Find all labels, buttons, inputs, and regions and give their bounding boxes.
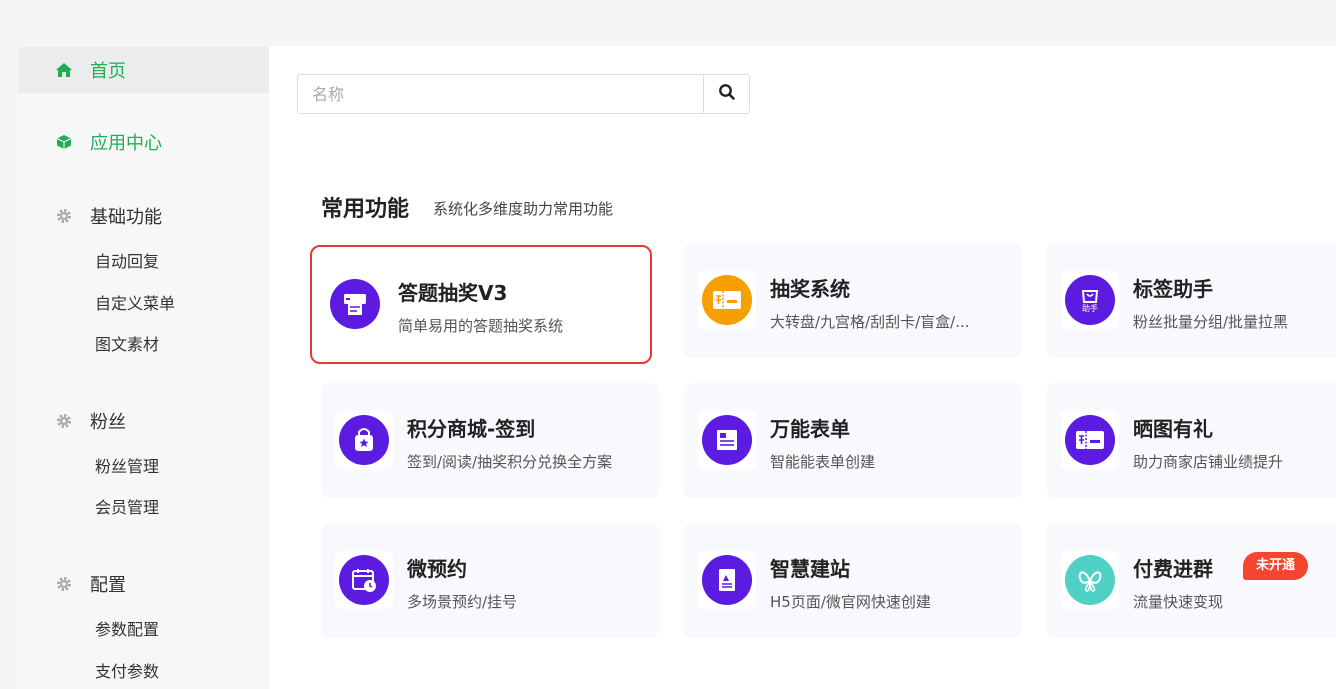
app-card-desc: 助力商家店铺业绩提升 <box>1133 453 1284 471</box>
app-card-desc: 大转盘/九宫格/刮刮卡/盲盒/... <box>770 313 970 331</box>
home-icon <box>55 61 73 79</box>
app-card-micro-booking[interactable]: 微预约 多场景预约/挂号 <box>321 523 659 638</box>
app-card-desc: H5页面/微官网快速创建 <box>770 593 931 611</box>
gift-ticket-icon <box>702 275 752 325</box>
app-card-title: 抽奖系统 <box>770 277 850 301</box>
section-subtitle: 系统化多维度助力常用功能 <box>433 200 614 218</box>
printer-quiz-icon <box>330 279 380 329</box>
app-card-title: 标签助手 <box>1133 277 1213 301</box>
app-card-title: 付费进群 <box>1133 557 1213 581</box>
document-image-icon <box>702 555 752 605</box>
app-card-desc: 流量快速变现 <box>1133 593 1224 611</box>
section-title: 常用功能 <box>321 197 410 222</box>
app-card-desc: 多场景预约/挂号 <box>407 593 518 611</box>
sidebar-group-basic[interactable]: 基础功能 <box>19 193 269 239</box>
shopping-bag-star-icon <box>339 415 389 465</box>
bag-helper-icon: 助手 <box>1065 275 1115 325</box>
sidebar-group-label: 基础功能 <box>90 207 162 228</box>
app-card-smart-site[interactable]: 智慧建站 H5页面/微官网快速创建 <box>684 523 1022 638</box>
app-card-tag-helper[interactable]: 助手 标签助手 粉丝批量分组/批量拉黑 <box>1047 243 1336 358</box>
sidebar-item-app-center[interactable]: 应用中心 <box>19 119 269 165</box>
app-card-desc: 签到/阅读/抽奖积分兑换全方案 <box>407 453 613 471</box>
gear-icon <box>55 207 73 225</box>
sidebar: 首页 应用中心 基础功能 自动回复 自定义菜单 图文素材 粉丝 粉丝管理 会员管… <box>19 46 269 689</box>
search-input[interactable] <box>298 75 704 113</box>
search-icon <box>718 83 736 105</box>
main-content: 常用功能 系统化多维度助力常用功能 答题抽奖V3 简单易用的答题抽奖系统 抽奖系… <box>269 46 1336 689</box>
sidebar-group-label: 粉丝 <box>90 412 126 433</box>
gift-ticket-icon <box>1065 415 1115 465</box>
sidebar-item-custom-menu[interactable]: 自定义菜单 <box>95 292 175 316</box>
gear-icon <box>55 575 73 593</box>
search-box <box>297 74 750 114</box>
gear-icon <box>55 412 73 430</box>
sidebar-group-fans[interactable]: 粉丝 <box>19 398 269 444</box>
app-card-title: 晒图有礼 <box>1133 417 1213 441</box>
app-card-lottery-system[interactable]: 抽奖系统 大转盘/九宫格/刮刮卡/盲盒/... <box>684 243 1022 358</box>
calendar-clock-icon <box>339 555 389 605</box>
app-card-title: 微预约 <box>407 557 467 581</box>
status-badge: 未开通 <box>1243 552 1309 580</box>
sidebar-item-payment-params[interactable]: 支付参数 <box>95 660 159 684</box>
app-card-desc: 粉丝批量分组/批量拉黑 <box>1133 313 1289 331</box>
sidebar-item-label: 首页 <box>90 61 126 82</box>
app-card-title: 积分商城-签到 <box>407 417 536 441</box>
sidebar-item-home[interactable]: 首页 <box>19 47 269 93</box>
app-card-paid-group[interactable]: 付费进群 未开通 流量快速变现 <box>1047 523 1336 638</box>
sidebar-group-config[interactable]: 配置 <box>19 561 269 607</box>
sidebar-item-label: 应用中心 <box>90 133 162 154</box>
app-card-title: 答题抽奖V3 <box>398 281 508 305</box>
app-card-quiz-lottery[interactable]: 答题抽奖V3 简单易用的答题抽奖系统 <box>310 245 652 364</box>
sidebar-item-auto-reply[interactable]: 自动回复 <box>95 250 159 274</box>
helper-icon-text: 助手 <box>1082 303 1098 313</box>
butterfly-icon <box>1065 555 1115 605</box>
cube-icon <box>55 133 73 151</box>
app-card-points-mall[interactable]: 积分商城-签到 签到/阅读/抽奖积分兑换全方案 <box>321 383 659 498</box>
app-card-desc: 简单易用的答题抽奖系统 <box>398 317 564 335</box>
sidebar-item-member-management[interactable]: 会员管理 <box>95 496 159 520</box>
app-card-photo-gift[interactable]: 晒图有礼 助力商家店铺业绩提升 <box>1047 383 1336 498</box>
app-card-desc: 智能能表单创建 <box>770 453 876 471</box>
sidebar-group-label: 配置 <box>90 575 126 596</box>
app-card-title: 智慧建站 <box>770 557 850 581</box>
sidebar-item-materials[interactable]: 图文素材 <box>95 333 159 357</box>
sidebar-item-fans-management[interactable]: 粉丝管理 <box>95 455 159 479</box>
sidebar-item-param-config[interactable]: 参数配置 <box>95 618 159 642</box>
search-button[interactable] <box>703 75 749 113</box>
form-icon <box>702 415 752 465</box>
app-card-title: 万能表单 <box>770 417 850 441</box>
app-card-universal-form[interactable]: 万能表单 智能能表单创建 <box>684 383 1022 498</box>
